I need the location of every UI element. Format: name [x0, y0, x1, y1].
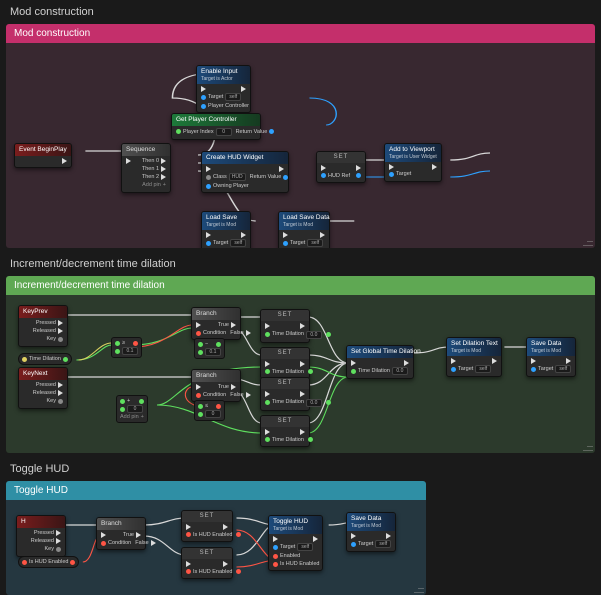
node-title: SET	[182, 511, 232, 522]
node-sequence[interactable]: Sequence Then 0 Then 1 Then 2 Add pin +	[121, 143, 171, 193]
node-title: KeyNext	[19, 368, 67, 380]
node-key-h[interactable]: H Pressed Released Key	[16, 515, 66, 557]
node-title: Create HUD Widget	[202, 152, 288, 164]
node-title: Get Player Controller	[172, 114, 260, 126]
node-title: H	[17, 516, 65, 528]
graph-time-dilation[interactable]: Increment/decrement time dilation	[6, 276, 595, 453]
node-set-hud-2[interactable]: SET Is HUD Enabled	[181, 547, 233, 579]
node-title: Branch	[192, 308, 240, 320]
node-title: SET	[261, 348, 309, 359]
var-time-dilation-a[interactable]: Time Dilation	[18, 353, 72, 365]
node-save-data[interactable]: Save Data Target is Mod Target self	[526, 337, 576, 377]
node-branch-1[interactable]: Branch True ConditionFalse	[191, 307, 241, 340]
node-title: Branch	[192, 370, 240, 382]
node-set-timedilation-3[interactable]: SET Time Dilation 0.0	[260, 377, 310, 411]
node-set-dilation-text[interactable]: Set Dilation Text Target is Mod Target s…	[446, 337, 502, 377]
node-set-timedilation-2[interactable]: SET Time Dilation	[260, 347, 310, 379]
node-set-global-time-dilation[interactable]: Set Global Time Dilation Time Dilation 0…	[346, 345, 414, 379]
node-title: Save Data Target is Mod	[347, 513, 395, 531]
node-title: Enable Input Target is Actor	[197, 66, 250, 84]
resize-handle[interactable]	[414, 583, 424, 593]
graph-toggle-hud[interactable]: Toggle HUD H Pressed Released Key Is HUD…	[6, 481, 426, 595]
node-title: Event BeginPlay	[15, 144, 71, 156]
node-toggle-hud[interactable]: Toggle HUD Target is Mod Target self Ena…	[268, 515, 323, 571]
node-title: Branch	[97, 518, 145, 530]
node-title: Load Save Target is Mod	[202, 212, 250, 230]
node-title: Set Global Time Dilation	[347, 346, 413, 358]
node-add-op[interactable]: + 0 Add pin +	[116, 395, 148, 423]
var-is-hud-enabled[interactable]: Is HUD Enabled	[18, 556, 79, 568]
section-title-hud: Toggle HUD	[0, 457, 601, 481]
node-key-next[interactable]: KeyNext Pressed Released Key	[18, 367, 68, 409]
node-load-save[interactable]: Load Save Target is Mod Target self	[201, 211, 251, 248]
node-title: Save Data Target is Mod	[527, 338, 575, 356]
resize-handle[interactable]	[583, 441, 593, 451]
node-title: SET	[261, 310, 309, 321]
node-title: Toggle HUD Target is Mod	[269, 516, 322, 534]
section-title-mod: Mod construction	[0, 0, 601, 24]
node-compare-gte[interactable]: ≥ 0.1	[111, 337, 142, 358]
node-event-beginplay[interactable]: Event BeginPlay	[14, 143, 72, 168]
section-title-time: Increment/decrement time dilation	[0, 252, 601, 276]
node-add-to-viewport[interactable]: Add to Viewport Target is User Widget Ta…	[384, 143, 442, 182]
node-create-hud-widget[interactable]: Create HUD Widget Class HUD Return Value…	[201, 151, 289, 193]
node-branch-2[interactable]: Branch True ConditionFalse	[191, 369, 241, 402]
node-compare-lte[interactable]: ≤ 0	[194, 400, 225, 421]
graph-mod-construction[interactable]: Mod construction Eve	[6, 24, 595, 248]
node-subtract-a[interactable]: − 0.1	[194, 338, 225, 359]
node-title: SET	[261, 378, 309, 389]
graph-header: Mod construction	[6, 24, 595, 43]
node-enable-input[interactable]: Enable Input Target is Actor Target self…	[196, 65, 251, 113]
graph-header: Increment/decrement time dilation	[6, 276, 595, 295]
node-save-data[interactable]: Save Data Target is Mod Target self	[346, 512, 396, 552]
node-key-prev[interactable]: KeyPrev Pressed Released Key	[18, 305, 68, 347]
graph-header: Toggle HUD	[6, 481, 426, 500]
resize-handle[interactable]	[583, 236, 593, 246]
node-get-player-controller[interactable]: Get Player Controller Player Index 0 Ret…	[171, 113, 261, 140]
node-title: Load Save Data Target is Mod	[279, 212, 329, 230]
node-set-hudref[interactable]: SET HUD Ref	[316, 151, 366, 183]
node-load-save-data[interactable]: Load Save Data Target is Mod Target self	[278, 211, 330, 248]
node-title: Set Dilation Text Target is Mod	[447, 338, 501, 356]
node-branch[interactable]: Branch True ConditionFalse	[96, 517, 146, 550]
node-title: Sequence	[122, 144, 170, 156]
node-set-timedilation-4[interactable]: SET Time Dilation	[260, 415, 310, 447]
node-title: SET	[261, 416, 309, 427]
node-title: KeyPrev	[19, 306, 67, 318]
node-set-timedilation-1[interactable]: SET Time Dilation 0.0	[260, 309, 310, 343]
node-title: SET	[317, 152, 365, 163]
node-title: Add to Viewport Target is User Widget	[385, 144, 441, 162]
node-set-hud-1[interactable]: SET Is HUD Enabled	[181, 510, 233, 542]
